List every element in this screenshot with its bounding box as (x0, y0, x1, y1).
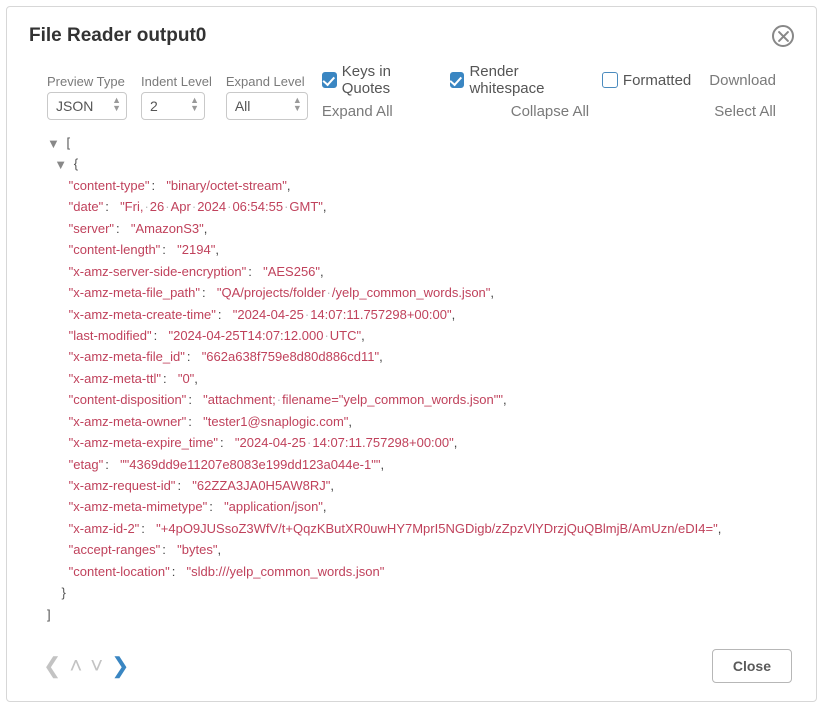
checkbox-icon (450, 72, 465, 88)
checkbox-icon (602, 72, 618, 88)
expand-level-value: All (235, 98, 251, 114)
json-row: "server": "AmazonS3", (47, 218, 810, 239)
json-row: "x-amz-meta-mimetype": "application/json… (47, 496, 810, 517)
indent-level-select[interactable]: 2 ▲▼ (141, 92, 205, 120)
modal-title: File Reader output0 (29, 25, 206, 47)
keys-in-quotes-checkbox[interactable]: Keys in Quotes (322, 63, 436, 97)
json-row: "content-disposition": "attachment;·file… (47, 389, 810, 410)
json-row: "x-amz-meta-create-time": "2024-04-25·14… (47, 304, 810, 325)
preview-modal: File Reader output0 Preview Type JSON ▲▼… (6, 6, 817, 702)
json-row: "x-amz-meta-ttl": "0", (47, 368, 810, 389)
collapse-all-link[interactable]: Collapse All (511, 103, 589, 120)
json-row: "content-location": "sldb:///yelp_common… (47, 561, 810, 582)
page-nav: ❮ ˄ ˅ ❯ (43, 653, 130, 679)
nav-last-icon[interactable]: ❯ (111, 653, 129, 679)
preview-type-select[interactable]: JSON ▲▼ (47, 92, 127, 120)
close-icon[interactable] (772, 25, 794, 47)
json-row: "date": "Fri,·26·Apr·2024·06:54:55·GMT", (47, 196, 810, 217)
expand-level-select[interactable]: All ▲▼ (226, 92, 308, 120)
select-all-link[interactable]: Select All (714, 103, 776, 120)
preview-type-label: Preview Type (47, 74, 127, 89)
nav-prev-icon: ˄ (69, 653, 82, 679)
expand-all-link[interactable]: Expand All (322, 103, 393, 120)
json-row: "x-amz-server-side-encryption": "AES256"… (47, 261, 810, 282)
modal-header: File Reader output0 (7, 7, 816, 57)
indent-level-label: Indent Level (141, 74, 212, 89)
render-whitespace-checkbox[interactable]: Render whitespace (450, 63, 588, 97)
json-row: "x-amz-meta-file_id": "662a638f759e8d80d… (47, 346, 810, 367)
indent-level-value: 2 (150, 98, 158, 114)
formatted-label: Formatted (623, 72, 691, 89)
stepper-icon: ▲▼ (112, 97, 121, 112)
json-row: "x-amz-id-2": "+4pO9JUSsoZ3WfV/t+QqzKBut… (47, 518, 810, 539)
nav-next-icon: ˅ (90, 653, 103, 679)
json-row: "last-modified": "2024-04-25T14:07:12.00… (47, 325, 810, 346)
json-row: "etag": ""4369dd9e11207e8083e199dd123a04… (47, 454, 810, 475)
expand-level-label: Expand Level (226, 74, 308, 89)
json-row: "content-length": "2194", (47, 239, 810, 260)
collapse-toggle-icon[interactable]: ▼ (47, 133, 60, 154)
preview-type-value: JSON (56, 98, 93, 114)
toolbar: Preview Type JSON ▲▼ Indent Level 2 ▲▼ E… (7, 57, 816, 126)
nav-first-icon: ❮ (43, 653, 61, 679)
keys-in-quotes-label: Keys in Quotes (342, 63, 436, 97)
json-viewer[interactable]: ▼ [ ▼ { "content-type": "binary/octet-st… (7, 126, 816, 635)
download-link[interactable]: Download (709, 72, 776, 89)
formatted-checkbox[interactable]: Formatted (602, 72, 691, 89)
stepper-icon: ▲▼ (190, 97, 199, 112)
json-row: "x-amz-request-id": "62ZZA3JA0H5AW8RJ", (47, 475, 810, 496)
json-row: "x-amz-meta-expire_time": "2024-04-25·14… (47, 432, 810, 453)
json-row: "x-amz-meta-file_path": "QA/projects/fol… (47, 282, 810, 303)
close-button[interactable]: Close (712, 649, 792, 683)
json-row: "content-type": "binary/octet-stream", (47, 175, 810, 196)
json-row: "accept-ranges": "bytes", (47, 539, 810, 560)
stepper-icon: ▲▼ (293, 97, 302, 112)
collapse-toggle-icon[interactable]: ▼ (54, 154, 67, 175)
render-whitespace-label: Render whitespace (469, 63, 587, 97)
json-row: "x-amz-meta-owner": "tester1@snaplogic.c… (47, 411, 810, 432)
checkbox-icon (322, 72, 337, 88)
